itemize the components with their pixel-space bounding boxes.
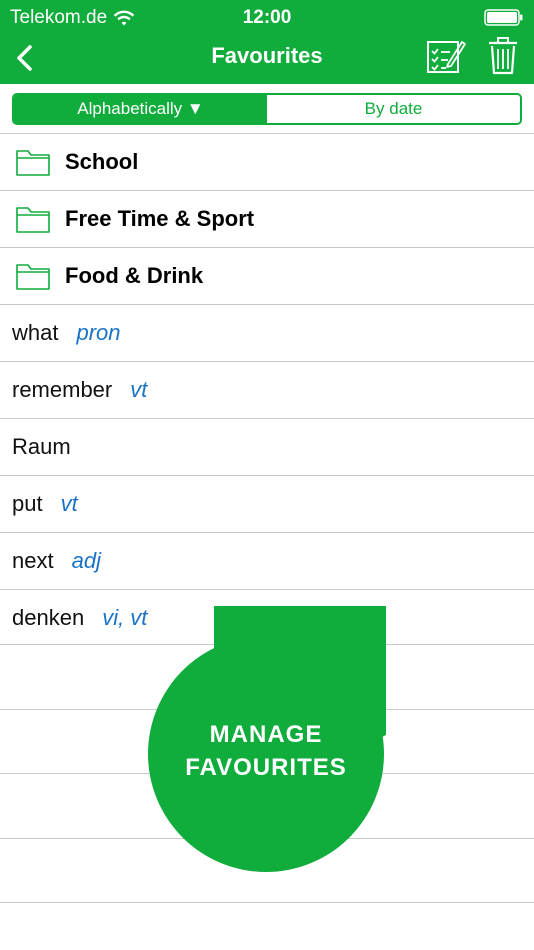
word-text: denken bbox=[12, 605, 85, 630]
word-row-raum[interactable]: Raum bbox=[0, 418, 534, 475]
divider bbox=[0, 902, 534, 903]
folder-row-food-drink[interactable]: Food & Drink bbox=[0, 247, 534, 304]
nav-bar: Favourites bbox=[0, 34, 534, 82]
checklist-edit-icon[interactable] bbox=[426, 36, 466, 76]
folder-row-free-time-sport[interactable]: Free Time & Sport bbox=[0, 190, 534, 247]
sort-segmented-control: Alphabetically ▼ By date bbox=[12, 93, 522, 125]
word-row-remember[interactable]: remember vt bbox=[0, 361, 534, 418]
word-row-what[interactable]: what pron bbox=[0, 304, 534, 361]
trash-icon[interactable] bbox=[486, 36, 520, 76]
word-text: next bbox=[12, 548, 54, 573]
manage-favourites-label: MANAGE FAVOURITES bbox=[148, 718, 384, 784]
folder-row-school[interactable]: School bbox=[0, 133, 534, 190]
folder-icon bbox=[16, 207, 50, 233]
word-text: remember bbox=[12, 377, 113, 402]
word-row-put[interactable]: put vt bbox=[0, 475, 534, 532]
part-of-speech: adj bbox=[71, 548, 101, 573]
part-of-speech: pron bbox=[76, 320, 121, 345]
folder-label: School bbox=[65, 149, 139, 174]
manage-label-line1: MANAGE bbox=[209, 721, 323, 748]
status-bar: Telekom.de 12:00 bbox=[0, 0, 534, 34]
status-clock: 12:00 bbox=[242, 7, 292, 28]
word-text: what bbox=[12, 320, 59, 345]
word-text: put bbox=[12, 491, 43, 516]
sort-alphabetically-tab[interactable]: Alphabetically ▼ bbox=[14, 95, 267, 123]
part-of-speech: vi, vt bbox=[102, 605, 148, 630]
battery-icon bbox=[484, 9, 523, 26]
manage-label-line2: FAVOURITES bbox=[185, 754, 347, 781]
folder-icon bbox=[16, 150, 50, 176]
favourites-list: School Free Time & Sport Food & Drink wh… bbox=[0, 133, 534, 646]
word-row-next[interactable]: next adj bbox=[0, 532, 534, 589]
folder-label: Food & Drink bbox=[65, 263, 204, 288]
top-bar: Telekom.de 12:00 Favourites bbox=[0, 0, 534, 84]
part-of-speech: vt bbox=[60, 491, 78, 516]
part-of-speech: vt bbox=[130, 377, 148, 402]
word-text: Raum bbox=[12, 434, 71, 459]
sort-by-date-tab[interactable]: By date bbox=[267, 95, 520, 123]
folder-label: Free Time & Sport bbox=[65, 206, 255, 231]
folder-icon bbox=[16, 264, 50, 290]
